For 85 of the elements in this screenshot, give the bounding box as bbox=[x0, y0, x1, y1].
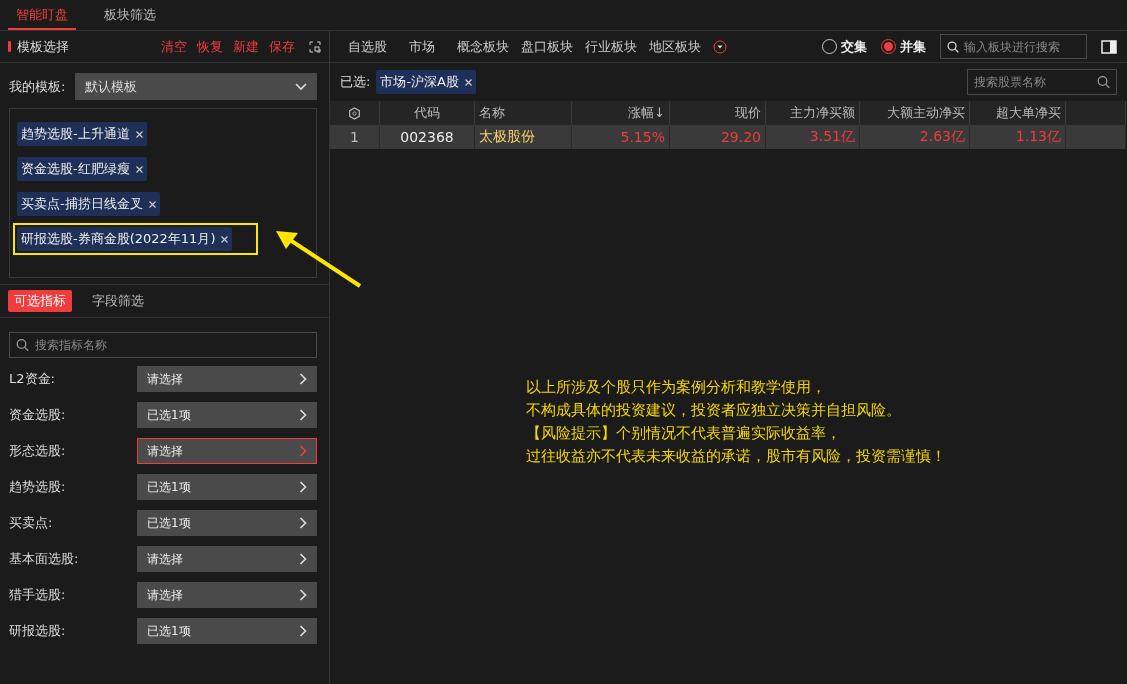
dropdown-icon[interactable] bbox=[713, 39, 727, 54]
filter-tab[interactable]: 可选指标 bbox=[8, 290, 72, 312]
column-header[interactable]: 代码 bbox=[380, 101, 475, 125]
filter-label: L2资金: bbox=[9, 370, 55, 388]
template-action-link[interactable]: 清空 bbox=[159, 37, 189, 56]
template-dropdown[interactable]: 默认模板 bbox=[75, 73, 317, 100]
filter-label: 基本面选股: bbox=[9, 550, 79, 568]
column-header[interactable]: 大额主动净买 bbox=[860, 101, 970, 125]
close-icon[interactable] bbox=[135, 165, 143, 173]
section-title: 模板选择 bbox=[17, 37, 70, 56]
search-icon bbox=[16, 338, 29, 352]
filter-label: 买卖点: bbox=[9, 514, 53, 532]
nav-tab[interactable]: 自选股 bbox=[348, 37, 387, 56]
filter-label: 资金选股: bbox=[9, 406, 66, 424]
chevron-right-icon bbox=[299, 373, 307, 385]
chevron-right-icon bbox=[299, 589, 307, 601]
disclaimer-text: 【风险提示】个别情况不代表普遍实际收益率， bbox=[526, 423, 842, 444]
nav-tab[interactable]: 概念板块 bbox=[457, 37, 509, 56]
filter-select[interactable]: 已选1项 bbox=[137, 510, 317, 536]
disclaimer-text: 过往收益亦不代表未来收益的承诺，股市有风险，投资需谨慎！ bbox=[526, 446, 946, 467]
filter-tab[interactable]: 字段筛选 bbox=[86, 290, 150, 312]
close-icon[interactable] bbox=[465, 78, 472, 86]
close-icon[interactable] bbox=[135, 130, 143, 138]
template-action-link[interactable]: 保存 bbox=[267, 37, 297, 56]
column-header[interactable]: 涨幅↓ bbox=[572, 101, 670, 125]
field-label: 我的模板: bbox=[9, 77, 66, 96]
filter-select[interactable]: 已选1项 bbox=[137, 402, 317, 428]
filter-select[interactable]: 请选择 bbox=[137, 438, 317, 464]
filter-tag[interactable]: 趋势选股-上升通道 bbox=[17, 122, 147, 146]
selected-label: 已选: bbox=[340, 73, 371, 91]
market-tag[interactable]: 市场-沪深A股 bbox=[376, 70, 476, 94]
filter-select[interactable]: 已选1项 bbox=[137, 474, 317, 500]
settings-icon[interactable] bbox=[348, 106, 361, 120]
set-mode-radio[interactable]: 并集 bbox=[881, 37, 926, 56]
chevron-right-icon bbox=[299, 517, 307, 529]
search-icon bbox=[947, 40, 959, 53]
search-icon bbox=[1097, 75, 1110, 89]
table-cell: 29.20 bbox=[670, 125, 766, 149]
column-header[interactable]: 主力净买额 bbox=[766, 101, 860, 125]
column-header[interactable]: 超大单净买 bbox=[970, 101, 1066, 125]
chevron-right-icon bbox=[299, 553, 307, 565]
section-marker bbox=[8, 41, 11, 52]
expand-icon[interactable] bbox=[309, 40, 321, 53]
panel-toggle-icon[interactable] bbox=[1101, 39, 1117, 54]
indicator-search-field[interactable]: 搜索指标名称 bbox=[9, 332, 317, 358]
close-icon[interactable] bbox=[148, 200, 156, 208]
set-mode-radio[interactable]: 交集 bbox=[822, 37, 867, 56]
filter-tag[interactable]: 研报选股-券商金股(2022年11月) bbox=[17, 227, 233, 251]
template-action-link[interactable]: 恢复 bbox=[195, 37, 225, 56]
top-tab[interactable]: 板块筛选 bbox=[96, 6, 164, 30]
table-cell: 2.63亿 bbox=[860, 125, 970, 149]
chevron-right-icon bbox=[299, 481, 307, 493]
nav-tab[interactable]: 行业板块 bbox=[585, 37, 637, 56]
disclaimer-text: 以上所涉及个股只作为案例分析和教学使用， bbox=[526, 377, 827, 398]
nav-tab[interactable]: 盘口板块 bbox=[521, 37, 573, 56]
disclaimer-text: 不构成具体的投资建议，投资者应独立决策并自担风险。 bbox=[526, 400, 902, 421]
filter-select[interactable]: 请选择 bbox=[137, 582, 317, 608]
top-tab[interactable]: 智能盯盘 bbox=[8, 6, 76, 30]
filter-label: 研报选股: bbox=[9, 622, 66, 640]
table-cell: 5.15% bbox=[572, 125, 670, 149]
row-number: 1 bbox=[330, 125, 380, 149]
sector-search-field[interactable]: 输入板块进行搜索 bbox=[940, 34, 1087, 59]
table-cell: 1.13亿 bbox=[970, 125, 1066, 149]
filter-select[interactable]: 请选择 bbox=[137, 546, 317, 572]
filter-label: 趋势选股: bbox=[9, 478, 66, 496]
chevron-down-icon bbox=[295, 82, 307, 91]
filter-tag[interactable]: 资金选股-红肥绿瘦 bbox=[17, 157, 147, 181]
table-cell: 002368 bbox=[380, 125, 475, 149]
close-icon[interactable] bbox=[221, 235, 229, 243]
filter-select[interactable]: 已选1项 bbox=[137, 618, 317, 644]
chevron-right-icon bbox=[299, 625, 307, 637]
nav-tab[interactable]: 地区板块 bbox=[649, 37, 701, 56]
chevron-right-icon bbox=[299, 445, 307, 457]
column-header[interactable]: 现价 bbox=[670, 101, 766, 125]
filter-label: 形态选股: bbox=[9, 442, 66, 460]
chevron-right-icon bbox=[299, 409, 307, 421]
filter-tag[interactable]: 买卖点-捕捞日线金叉 bbox=[17, 192, 160, 216]
stock-search-field[interactable]: 搜索股票名称 bbox=[967, 69, 1117, 95]
column-header[interactable]: 名称 bbox=[475, 101, 572, 125]
filter-label: 猎手选股: bbox=[9, 586, 66, 604]
table-cell: 太极股份 bbox=[475, 125, 572, 149]
nav-tab[interactable]: 市场 bbox=[409, 37, 435, 56]
table-cell: 3.51亿 bbox=[766, 125, 860, 149]
filter-select[interactable]: 请选择 bbox=[137, 366, 317, 392]
template-action-link[interactable]: 新建 bbox=[231, 37, 261, 56]
